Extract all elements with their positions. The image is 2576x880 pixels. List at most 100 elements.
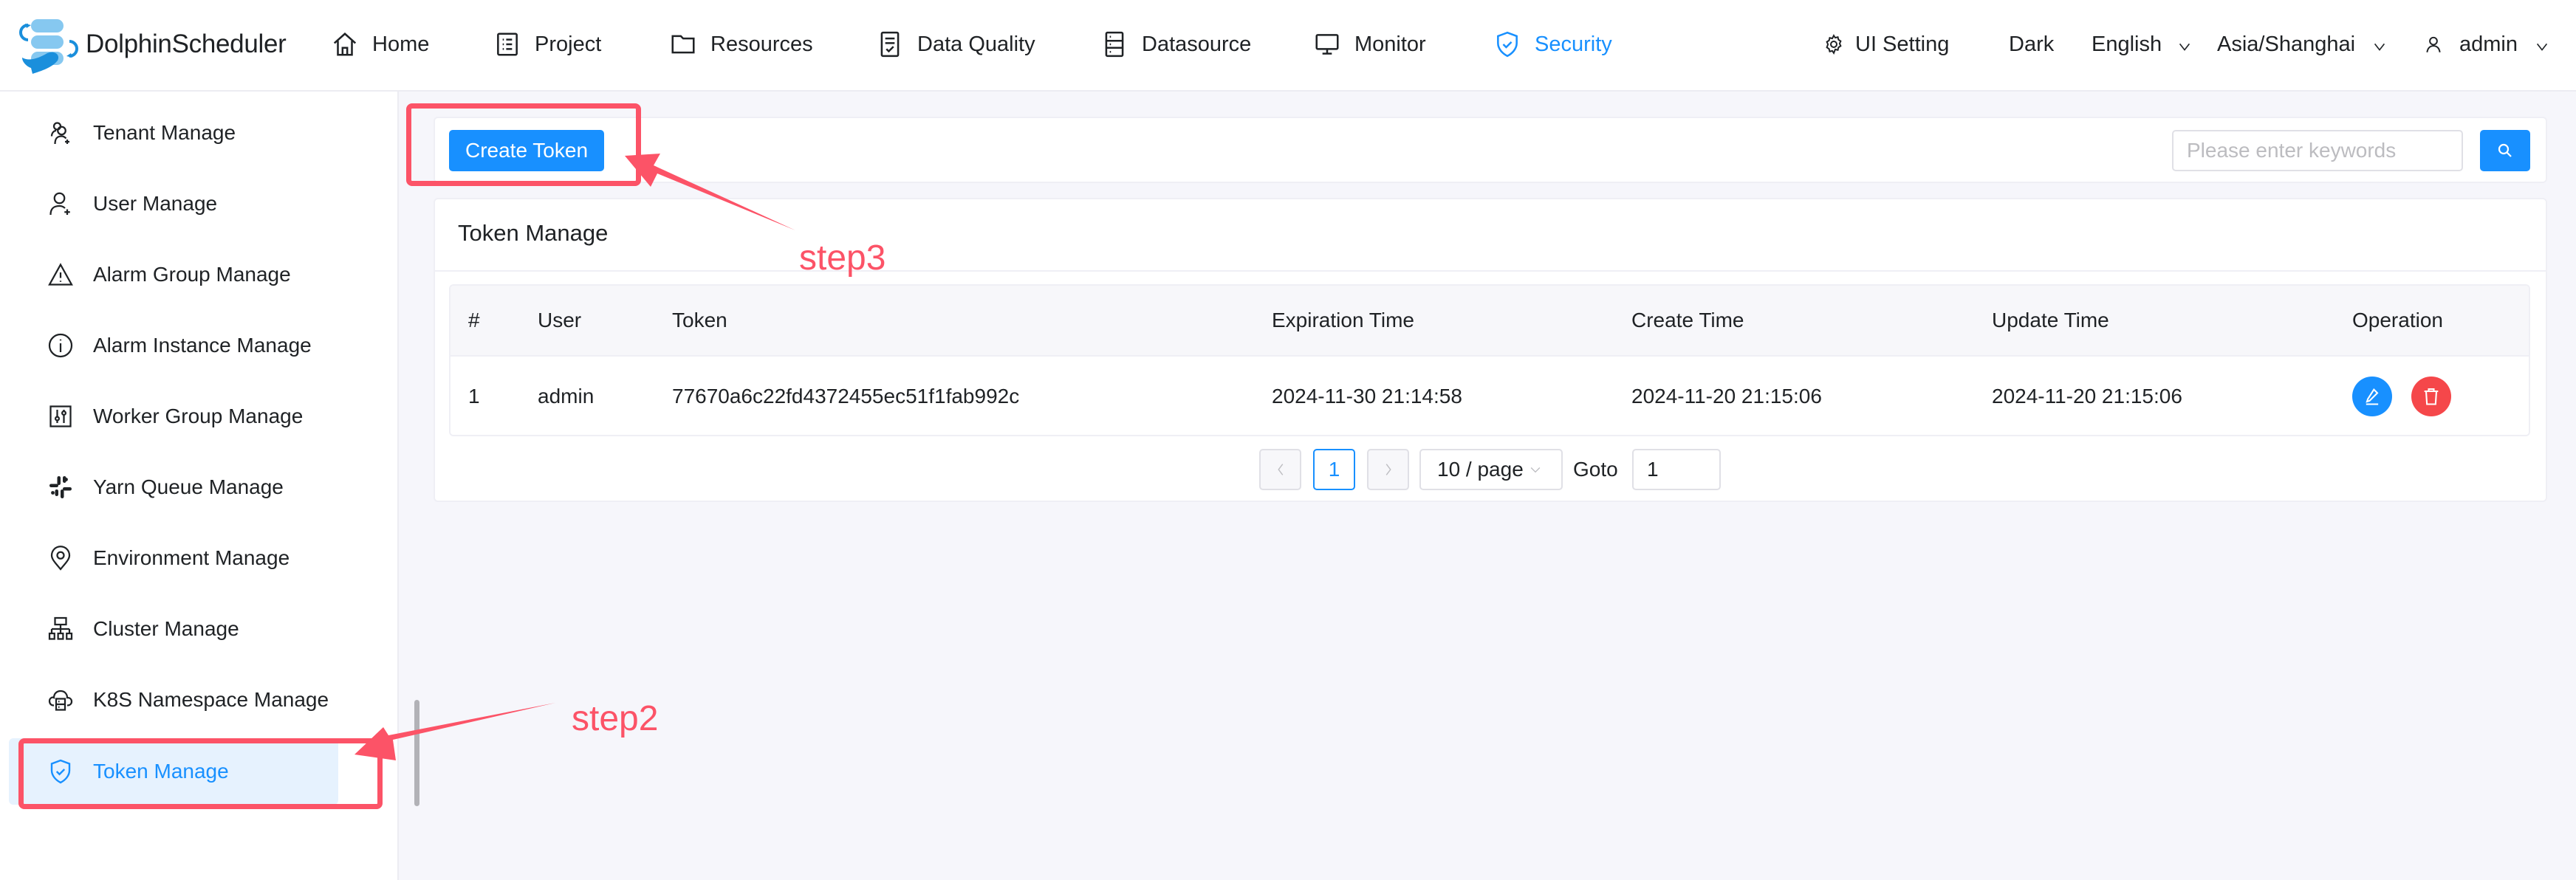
- edit-button[interactable]: [2352, 377, 2392, 416]
- goto-page-input[interactable]: 1: [1632, 449, 1721, 490]
- warning-icon: [47, 261, 74, 288]
- language-select[interactable]: English: [2092, 27, 2193, 62]
- user-icon: [2424, 35, 2443, 54]
- cloud-server-icon: [47, 687, 74, 713]
- tenant-icon: [47, 120, 74, 146]
- sidebar-item-environment-manage[interactable]: Environment Manage: [9, 525, 338, 591]
- chevron-down-icon: [1530, 467, 1541, 473]
- timezone-label: Asia/Shanghai: [2217, 32, 2356, 56]
- chevron-down-icon: [2534, 36, 2550, 52]
- slack-icon: [47, 474, 74, 501]
- goto-label: Goto: [1573, 458, 1618, 481]
- sidebar-item-label: Alarm Group Manage: [93, 263, 291, 286]
- card-title: Token Manage: [458, 220, 609, 246]
- nav-label: Project: [535, 32, 602, 56]
- sliders-icon: [47, 403, 74, 430]
- search-button[interactable]: [2480, 130, 2530, 171]
- column-header-user: User: [538, 309, 582, 331]
- top-header: DolphinScheduler Home Project Resources …: [0, 0, 2576, 92]
- nav-label: Data Quality: [917, 32, 1035, 56]
- token-table: # User Token Expiration Time Create Time…: [449, 284, 2530, 436]
- sidebar-item-tenant-manage[interactable]: Tenant Manage: [9, 100, 338, 166]
- shield-check-icon: [1493, 30, 1521, 58]
- nav-datasource[interactable]: Datasource: [1100, 27, 1251, 62]
- sidebar-item-token-manage[interactable]: Token Manage: [9, 738, 338, 805]
- sidebar-item-cluster-manage[interactable]: Cluster Manage: [9, 596, 338, 662]
- create-token-button[interactable]: Create Token: [449, 130, 604, 171]
- chevron-down-icon: [2176, 36, 2193, 52]
- nav-project[interactable]: Project: [493, 27, 601, 62]
- chevron-right-icon: [1385, 464, 1391, 475]
- table-row: 1 admin 77670a6c22fd4372455ec51f1fab992c…: [451, 357, 2529, 435]
- search-input[interactable]: [2172, 130, 2463, 171]
- theme-label: Dark: [2009, 32, 2055, 56]
- data-quality-icon: [876, 30, 904, 58]
- project-icon: [493, 30, 521, 58]
- card-divider: [435, 270, 2546, 272]
- sidebar-item-label: Token Manage: [93, 760, 229, 783]
- sidebar-item-label: K8S Namespace Manage: [93, 688, 329, 711]
- column-header-operation: Operation: [2352, 309, 2443, 331]
- delete-button[interactable]: [2411, 377, 2451, 416]
- username-label: admin: [2459, 32, 2518, 56]
- sidebar-scrollbar[interactable]: [414, 700, 419, 806]
- chevron-left-icon: [1277, 464, 1283, 475]
- sidebar-item-worker-group-manage[interactable]: Worker Group Manage: [9, 383, 338, 450]
- folder-icon: [669, 30, 697, 58]
- nav-monitor[interactable]: Monitor: [1313, 27, 1426, 62]
- column-header-token: Token: [672, 309, 727, 331]
- nav-label: Resources: [710, 32, 813, 56]
- nav-label: Datasource: [1142, 32, 1252, 56]
- search-icon: [2496, 142, 2514, 159]
- nav-home[interactable]: Home: [331, 27, 429, 62]
- chevron-down-icon: [2371, 36, 2388, 52]
- sidebar-item-k8s-namespace-manage[interactable]: K8S Namespace Manage: [9, 667, 338, 733]
- location-icon: [47, 545, 74, 571]
- cell-token: 77670a6c22fd4372455ec51f1fab992c: [672, 385, 1020, 408]
- nav-label: Monitor: [1354, 32, 1426, 56]
- gear-icon: [1823, 33, 1845, 55]
- ui-setting-label: UI Setting: [1855, 32, 1950, 56]
- sidebar-item-alarm-group-manage[interactable]: Alarm Group Manage: [9, 241, 338, 308]
- sidebar-item-yarn-queue-manage[interactable]: Yarn Queue Manage: [9, 454, 338, 520]
- home-icon: [331, 30, 359, 58]
- nav-data-quality[interactable]: Data Quality: [876, 27, 1035, 62]
- column-header-expiration-time: Expiration Time: [1272, 309, 1414, 331]
- timezone-select[interactable]: Asia/Shanghai: [2217, 27, 2388, 62]
- page-button-1[interactable]: 1: [1313, 449, 1355, 490]
- sidebar: Tenant Manage User Manage Alarm Group Ma…: [0, 92, 399, 880]
- edit-icon: [2366, 388, 2379, 405]
- user-menu[interactable]: admin: [2424, 27, 2550, 62]
- next-page-button[interactable]: [1367, 449, 1409, 490]
- brand-name: DolphinScheduler: [86, 30, 287, 58]
- column-header-create-time: Create Time: [1631, 309, 1744, 331]
- sidebar-item-label: User Manage: [93, 192, 218, 215]
- dolphinscheduler-logo-icon[interactable]: [15, 16, 83, 75]
- cluster-icon: [47, 616, 74, 642]
- cell-update-time: 2024-11-20 21:15:06: [1992, 385, 2182, 408]
- cell-index: 1: [468, 385, 480, 408]
- sidebar-item-user-manage[interactable]: User Manage: [9, 171, 338, 237]
- prev-page-button[interactable]: [1259, 449, 1301, 490]
- cell-operation: [2352, 357, 2470, 435]
- trash-icon: [2424, 388, 2439, 405]
- datasource-icon: [1100, 30, 1128, 58]
- annotation-step3: step3: [799, 238, 886, 278]
- annotation-step2: step2: [572, 699, 659, 738]
- nav-resources[interactable]: Resources: [669, 27, 813, 62]
- table-header-row: # User Token Expiration Time Create Time…: [451, 286, 2529, 357]
- ui-setting-button[interactable]: UI Setting: [1823, 27, 1949, 62]
- cell-user: admin: [538, 385, 595, 408]
- column-header-index: #: [468, 309, 480, 331]
- sidebar-item-label: Tenant Manage: [93, 121, 236, 144]
- nav-label: Security: [1535, 32, 1612, 56]
- shield-check-icon: [47, 758, 74, 785]
- theme-toggle[interactable]: Dark: [2009, 27, 2054, 62]
- cell-expiration-time: 2024-11-30 21:14:58: [1272, 385, 1462, 408]
- nav-security[interactable]: Security: [1493, 27, 1612, 62]
- sidebar-item-alarm-instance-manage[interactable]: Alarm Instance Manage: [9, 312, 338, 379]
- monitor-icon: [1313, 30, 1341, 58]
- page-size-select[interactable]: 10 / page: [1419, 449, 1563, 490]
- sidebar-item-label: Yarn Queue Manage: [93, 475, 284, 498]
- page-size-label: 10 / page: [1437, 458, 1524, 481]
